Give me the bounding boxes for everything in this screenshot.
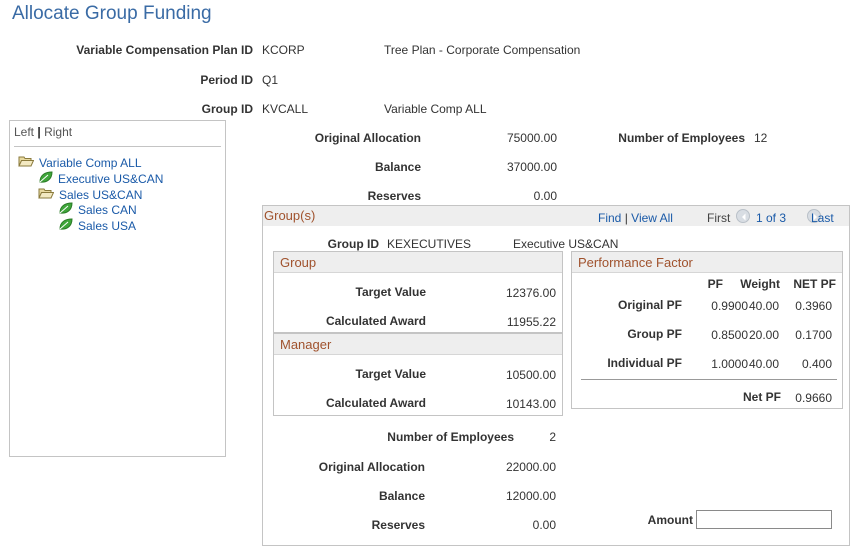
manager-target-label: Target Value	[355, 367, 426, 381]
group-employees-value: 2	[549, 430, 556, 444]
group-id-row-value: KEXECUTIVES	[387, 237, 472, 251]
group-id-row-label: Group ID	[327, 237, 379, 251]
original-net-pf-value: 0.3960	[795, 299, 832, 313]
folder-open-icon	[38, 187, 55, 203]
first-label: First	[707, 211, 731, 225]
net-pf-column-header: NET PF	[793, 277, 836, 291]
reserves-value: 0.00	[533, 189, 557, 203]
groups-title: Group(s)	[264, 208, 316, 223]
net-pf-value: 0.9660	[795, 391, 832, 405]
leaf-icon	[38, 171, 53, 187]
balance-value: 37000.00	[506, 160, 557, 174]
manager-award-label: Calculated Award	[325, 396, 426, 410]
tree-node-sales-usa[interactable]: Sales USA	[58, 218, 136, 234]
pf-column-header: PF	[707, 277, 723, 291]
page-title: Allocate Group Funding	[12, 3, 212, 24]
group-target-value: 12376.00	[505, 286, 556, 300]
group-id-label: Group ID	[201, 102, 253, 116]
balance-label: Balance	[374, 160, 421, 174]
tree-node-label: Variable Comp ALL	[39, 156, 142, 170]
weight-column-header: Weight	[740, 277, 780, 291]
group-weight-value: 20.00	[748, 328, 779, 342]
tree-node-variable-comp-all[interactable]: Variable Comp ALL	[18, 155, 142, 171]
page-info: 1 of 3	[756, 211, 787, 225]
amount-label: Amount	[647, 513, 693, 527]
tree-tab-separator: |	[37, 125, 41, 139]
group-id-value: KVCALL	[262, 102, 309, 116]
tree-left-tab[interactable]: Left	[14, 125, 34, 139]
original-weight-value: 40.00	[748, 299, 779, 313]
tree-node-label: Sales US&CAN	[59, 188, 143, 202]
original-pf-label: Original PF	[617, 298, 682, 312]
group-pf-label: Group PF	[627, 327, 682, 341]
nav-separator: |	[624, 211, 628, 225]
tree-panel: Left | Right Variable Comp ALL Executive…	[9, 120, 226, 457]
tree-node-label: Sales CAN	[78, 203, 137, 217]
last-link[interactable]: Last	[811, 211, 834, 225]
original-pf-value: 0.9900	[711, 299, 748, 313]
tree-node-label: Sales USA	[78, 219, 137, 233]
original-allocation-value: 75000.00	[506, 131, 557, 145]
group-original-allocation-label: Original Allocation	[318, 460, 425, 474]
view-all-link[interactable]: View All	[631, 211, 673, 225]
group-pf-value: 0.8500	[711, 328, 748, 342]
individual-pf-label: Individual PF	[607, 356, 682, 370]
folder-open-icon	[18, 155, 35, 171]
tree-node-executive-uscan[interactable]: Executive US&CAN	[38, 171, 163, 187]
group-net-pf-value: 0.1700	[795, 328, 832, 342]
group-reserves-value: 0.00	[532, 518, 556, 532]
group-balance-value: 12000.00	[505, 489, 556, 503]
previous-button[interactable]	[736, 208, 750, 223]
group-id-row-description: Executive US&CAN	[513, 237, 619, 251]
plan-description: Tree Plan - Corporate Compensation	[384, 43, 581, 57]
group-reserves-label: Reserves	[371, 518, 425, 532]
original-allocation-label: Original Allocation	[314, 131, 421, 145]
period-id-label: Period ID	[200, 73, 253, 87]
manager-target-value: 10500.00	[505, 368, 556, 382]
net-pf-divider	[581, 379, 837, 380]
performance-factor-title: Performance Factor	[578, 255, 693, 270]
groups-navigation: Find | View All	[598, 211, 673, 225]
plan-id-label: Variable Compensation Plan ID	[76, 43, 253, 57]
period-id-value: Q1	[262, 73, 279, 87]
group-section-title: Group	[280, 255, 317, 270]
tree-node-sales-uscan[interactable]: Sales US&CAN	[38, 187, 142, 203]
group-balance-label: Balance	[378, 489, 425, 503]
manager-section-header: Manager	[274, 334, 562, 355]
group-description: Variable Comp ALL	[384, 102, 487, 116]
group-section-header: Group	[274, 252, 562, 273]
group-original-allocation-value: 22000.00	[505, 460, 556, 474]
chevron-left-icon	[742, 213, 746, 221]
individual-net-pf-value: 0.400	[801, 357, 832, 371]
performance-factor-header: Performance Factor	[572, 252, 842, 273]
group-target-label: Target Value	[355, 285, 426, 299]
tree-divider	[14, 146, 221, 147]
tree-node-sales-can[interactable]: Sales CAN	[58, 202, 137, 218]
individual-pf-value: 1.0000	[711, 357, 748, 371]
find-link[interactable]: Find	[598, 211, 621, 225]
tree-tabs: Left | Right	[14, 125, 72, 139]
manager-section-title: Manager	[280, 337, 332, 352]
group-award-value: 11955.22	[506, 315, 556, 329]
net-pf-label: Net PF	[742, 390, 781, 404]
leaf-icon	[58, 202, 73, 218]
plan-id-value: KCORP	[262, 43, 305, 57]
employees-label: Number of Employees	[618, 131, 745, 145]
group-employees-label: Number of Employees	[387, 430, 514, 444]
tree-node-label: Executive US&CAN	[58, 172, 164, 186]
individual-weight-value: 40.00	[748, 357, 779, 371]
group-award-label: Calculated Award	[325, 314, 426, 328]
leaf-icon	[58, 218, 73, 234]
employees-value: 12	[754, 131, 768, 145]
tree-right-tab[interactable]: Right	[44, 125, 72, 139]
amount-input[interactable]	[696, 510, 832, 529]
reserves-label: Reserves	[367, 189, 421, 203]
manager-award-value: 10143.00	[505, 397, 556, 411]
